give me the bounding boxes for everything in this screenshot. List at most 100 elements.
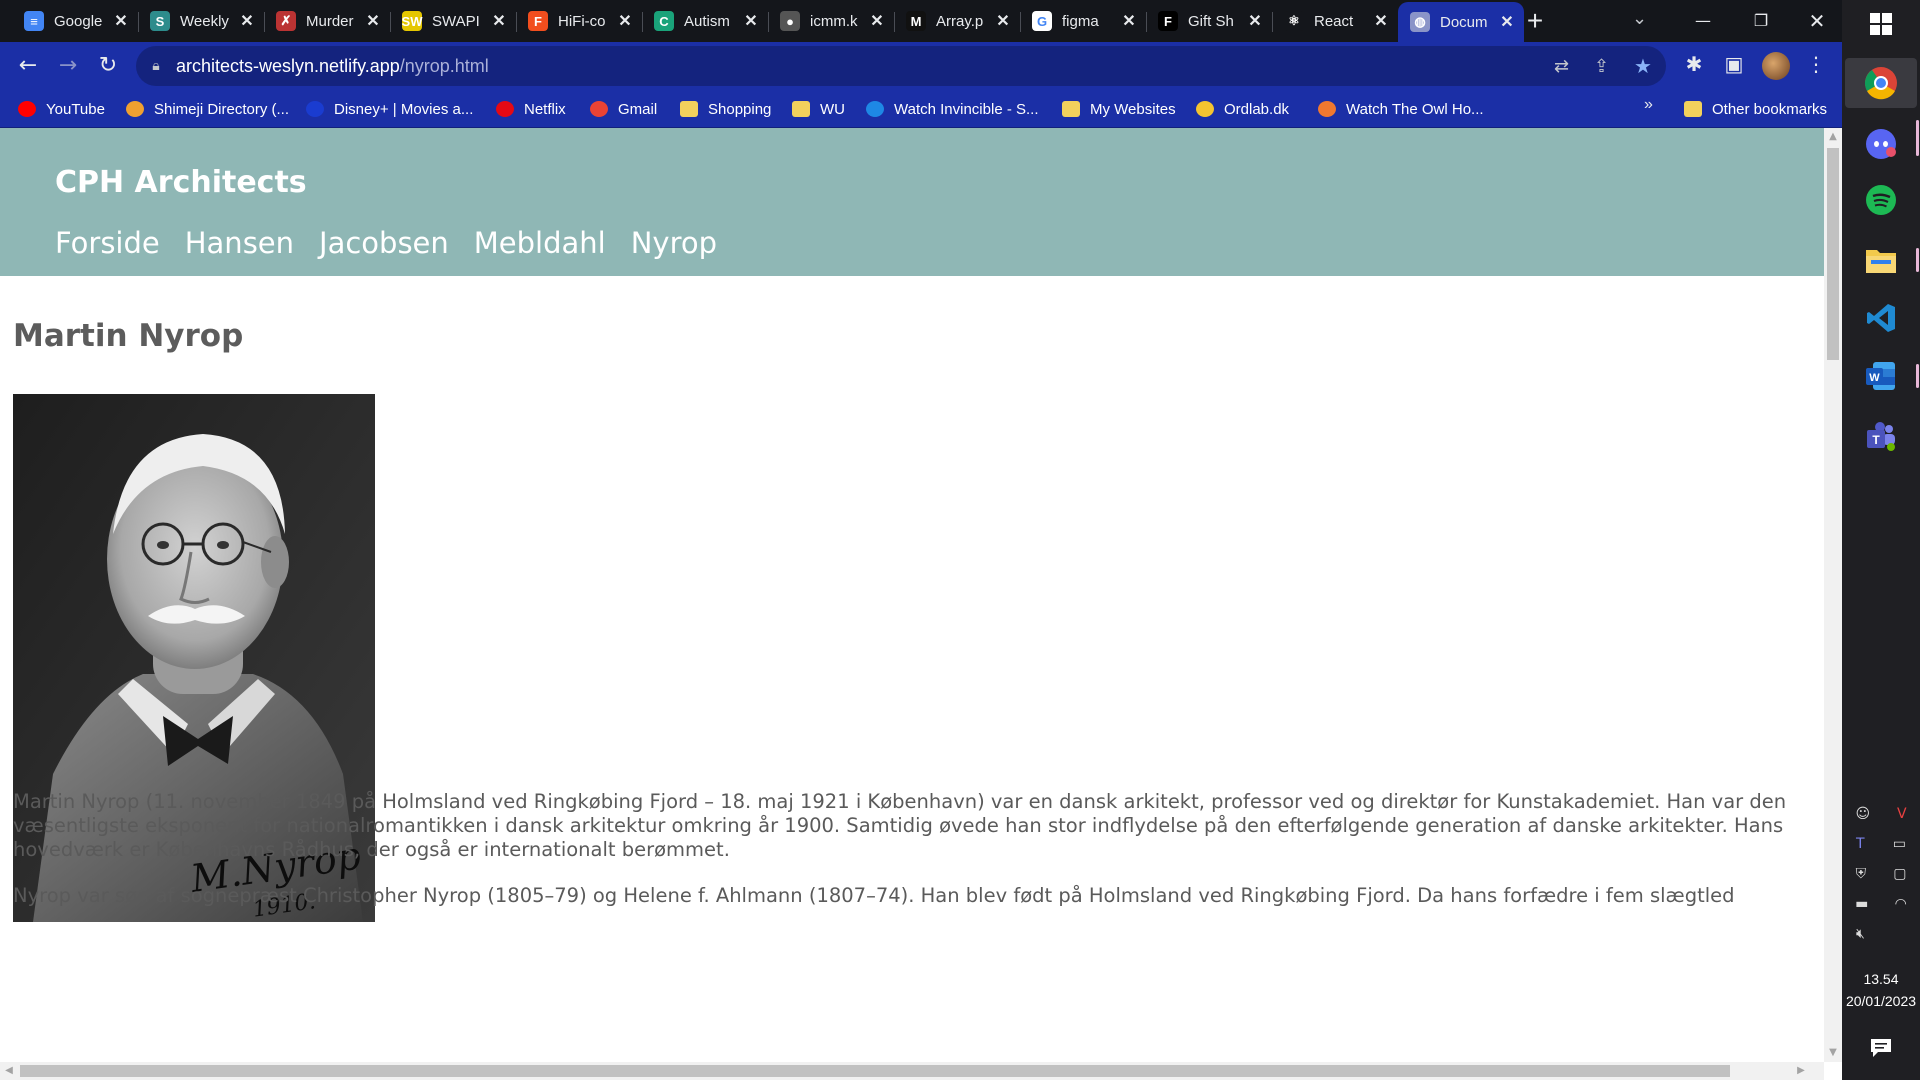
tab-separator xyxy=(768,12,769,32)
nav-link-forside[interactable]: Forside xyxy=(55,226,160,260)
spotify-icon[interactable] xyxy=(1863,182,1899,218)
bookmark-label: Netflix xyxy=(524,100,566,118)
browser-tab[interactable]: C Autism ✕ xyxy=(642,4,768,38)
nav-link-jacobsen[interactable]: Jacobsen xyxy=(319,226,449,260)
ordlab-icon xyxy=(1196,101,1214,117)
windows-taskbar: W T ☺ V T ▭ ⛨ ▢ ▬ ◠ 🔇︎ 13.54 20/01/2023 xyxy=(1842,0,1920,1080)
tab-close-icon[interactable]: ✕ xyxy=(1246,11,1264,31)
browser-tab[interactable]: S Weekly ✕ xyxy=(138,4,264,38)
discord-tray-icon[interactable]: ☺ xyxy=(1855,806,1870,822)
browser-tab[interactable]: ◍ Docum ✕ xyxy=(1398,2,1524,42)
horizontal-scrollbar[interactable]: ◀ ▶ xyxy=(0,1062,1824,1080)
vertical-scroll-thumb[interactable] xyxy=(1827,148,1839,360)
murder-icon: ✗ xyxy=(276,11,296,31)
bookmark-item[interactable]: Shopping xyxy=(680,98,771,120)
vivaldi-tray-icon[interactable]: V xyxy=(1897,806,1907,822)
address-bar[interactable]: 🔒︎ architects-weslyn.netlify.app/nyrop.h… xyxy=(136,46,1666,86)
bookmark-item[interactable]: Shimeji Directory (... xyxy=(126,98,289,120)
browser-tab[interactable]: F Gift Sh ✕ xyxy=(1146,4,1272,38)
bookmark-item[interactable]: Watch Invincible - S... xyxy=(866,98,1039,120)
security-tray-icon[interactable]: ⛨ xyxy=(1856,866,1867,882)
meet-tray-icon[interactable]: ▢ xyxy=(1893,866,1906,882)
tab-close-icon[interactable]: ✕ xyxy=(1498,12,1516,32)
wifi-icon[interactable]: ◠ xyxy=(1895,896,1907,912)
teams-tray-icon[interactable]: T xyxy=(1856,836,1865,852)
bookmark-item[interactable]: WU xyxy=(792,98,845,120)
bookmark-item[interactable]: My Websites xyxy=(1062,98,1176,120)
file-explorer-icon[interactable] xyxy=(1863,242,1899,278)
tab-search-icon[interactable]: ⌄ xyxy=(1632,8,1647,29)
browser-tab[interactable]: Gfigma ✕ xyxy=(1020,4,1146,38)
url-host: architects-weslyn.netlify.app xyxy=(176,55,400,76)
system-clock[interactable]: 13.54 20/01/2023 xyxy=(1842,968,1920,1012)
scroll-down-icon[interactable]: ▼ xyxy=(1824,1044,1842,1062)
tab-close-icon[interactable]: ✕ xyxy=(112,11,130,31)
windows-start-icon[interactable] xyxy=(1863,6,1899,42)
discord-icon[interactable] xyxy=(1863,126,1899,162)
scroll-left-icon[interactable]: ◀ xyxy=(0,1062,18,1080)
browser-tab[interactable]: SW SWAPI ✕ xyxy=(390,4,516,38)
new-tab-button[interactable]: + xyxy=(1520,6,1550,36)
back-icon[interactable]: ← xyxy=(12,50,44,82)
scroll-right-icon[interactable]: ▶ xyxy=(1792,1062,1810,1080)
nav-link-mebldahl[interactable]: Mebldahl xyxy=(474,226,606,260)
google-icon: G xyxy=(1032,11,1052,31)
lock-icon[interactable]: 🔒︎ xyxy=(136,58,176,74)
running-indicator xyxy=(1916,248,1919,272)
nav-link-hansen[interactable]: Hansen xyxy=(185,226,294,260)
profile-avatar[interactable] xyxy=(1762,52,1790,80)
word-icon[interactable]: W xyxy=(1863,358,1899,394)
bookmark-star-icon[interactable]: ★ xyxy=(1634,54,1652,78)
bookmark-item[interactable]: Netflix xyxy=(496,98,566,120)
notifications-icon[interactable] xyxy=(1863,1030,1899,1066)
nav-link-nyrop[interactable]: Nyrop xyxy=(631,226,717,260)
side-panel-icon[interactable]: ▣ xyxy=(1720,52,1748,76)
share-icon[interactable]: ⇪ xyxy=(1594,56,1609,77)
other-bookmarks[interactable]: Other bookmarks xyxy=(1684,98,1827,120)
tab-close-icon[interactable]: ✕ xyxy=(868,11,886,31)
restore-icon[interactable]: ❐ xyxy=(1738,6,1784,36)
tab-separator xyxy=(390,12,391,32)
browser-tab[interactable]: ⚛ React ✕ xyxy=(1272,4,1398,38)
tab-close-icon[interactable]: ✕ xyxy=(1372,11,1390,31)
scroll-up-icon[interactable]: ▲ xyxy=(1824,128,1842,146)
display-tray-icon[interactable]: ▭ xyxy=(1893,836,1906,852)
minimize-icon[interactable]: — xyxy=(1680,6,1726,36)
site-title[interactable]: CPH Architects xyxy=(55,165,307,200)
translate-icon[interactable]: ⇄ xyxy=(1554,56,1569,77)
page-heading: Martin Nyrop xyxy=(13,318,244,354)
bookmark-item[interactable]: Ordlab.dk xyxy=(1196,98,1289,120)
tab-close-icon[interactable]: ✕ xyxy=(238,11,256,31)
bookmark-item[interactable]: YouTube xyxy=(18,98,105,120)
browser-tab[interactable]: ≡ Google ✕ xyxy=(12,4,138,38)
horizontal-scroll-thumb[interactable] xyxy=(20,1065,1730,1077)
reload-icon[interactable]: ↻ xyxy=(92,50,124,82)
tab-close-icon[interactable]: ✕ xyxy=(994,11,1012,31)
forward-icon[interactable]: → xyxy=(52,50,84,82)
bookmark-label: Watch Invincible - S... xyxy=(894,100,1039,118)
tab-close-icon[interactable]: ✕ xyxy=(490,11,508,31)
vscode-icon[interactable] xyxy=(1863,300,1899,336)
browser-tab[interactable]: ✗ Murder ✕ xyxy=(264,4,390,38)
tab-close-icon[interactable]: ✕ xyxy=(742,11,760,31)
bookmark-item[interactable]: Watch The Owl Ho... xyxy=(1318,98,1484,120)
more-bookmarks-button[interactable]: » xyxy=(1644,96,1653,114)
volume-muted-icon[interactable]: 🔇︎ xyxy=(1856,926,1865,942)
teams-icon[interactable]: T xyxy=(1863,418,1899,454)
browser-tab[interactable]: M Array.p ✕ xyxy=(894,4,1020,38)
browser-tab[interactable]: F HiFi-co ✕ xyxy=(516,4,642,38)
bookmark-label: WU xyxy=(820,100,845,118)
chrome-icon[interactable] xyxy=(1845,58,1917,108)
svg-text:T: T xyxy=(1872,433,1880,447)
bookmark-item[interactable]: Gmail xyxy=(590,98,657,120)
tab-close-icon[interactable]: ✕ xyxy=(364,11,382,31)
battery-icon[interactable]: ▬ xyxy=(1855,896,1868,912)
menu-icon[interactable]: ⋮ xyxy=(1802,52,1830,76)
bookmark-item[interactable]: Disney+ | Movies a... xyxy=(306,98,473,120)
vertical-scrollbar[interactable]: ▲ ▼ xyxy=(1824,128,1842,1062)
tab-close-icon[interactable]: ✕ xyxy=(616,11,634,31)
close-window-icon[interactable]: ✕ xyxy=(1794,6,1840,36)
browser-tab[interactable]: ● icmm.k ✕ xyxy=(768,4,894,38)
extensions-icon[interactable]: ✱ xyxy=(1680,52,1708,76)
tab-close-icon[interactable]: ✕ xyxy=(1120,11,1138,31)
